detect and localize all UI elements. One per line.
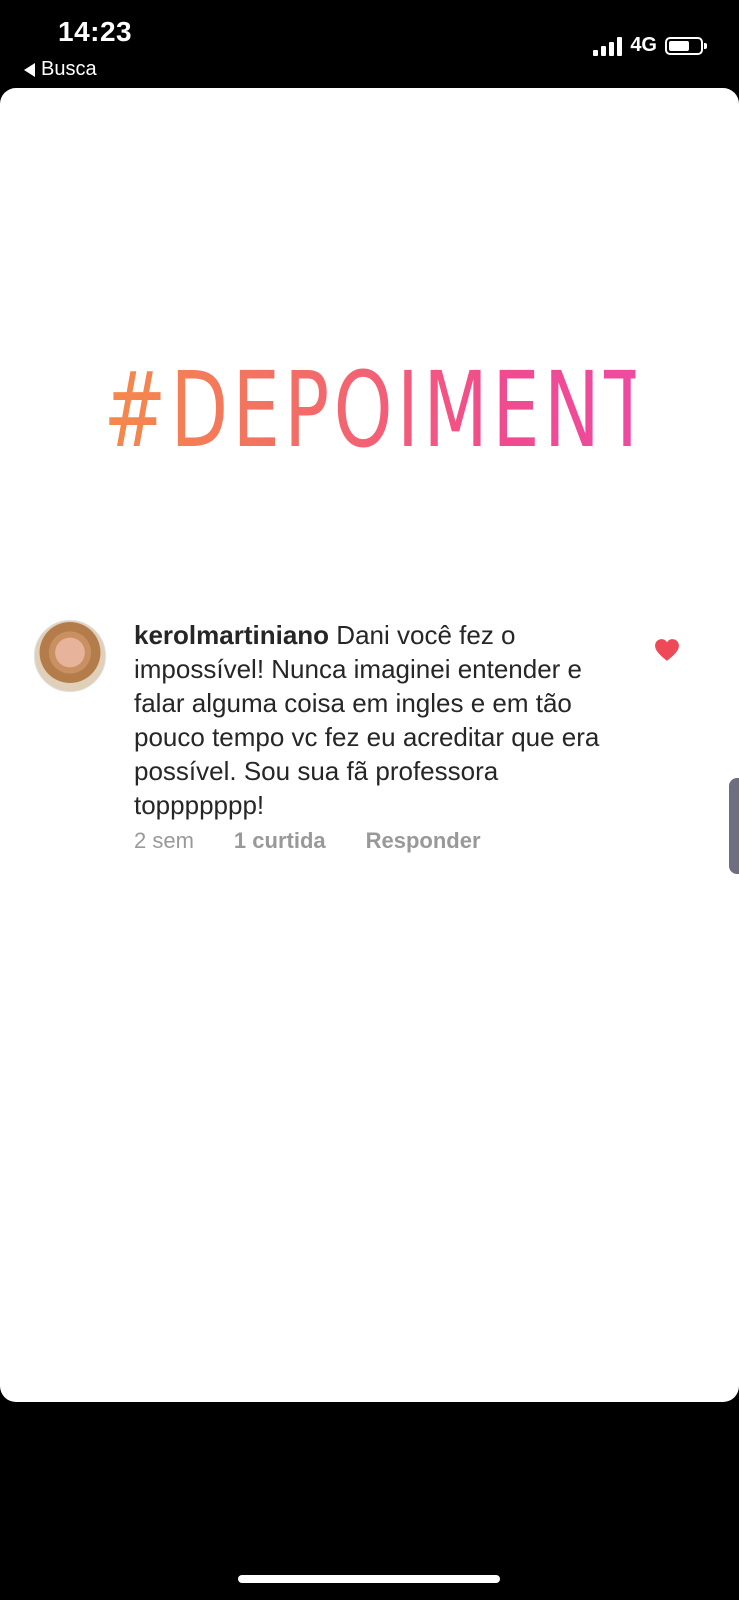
comment-text: Dani você fez o impossível! Nunca imagin…	[134, 620, 600, 820]
story-hashtag-title: #DEPOIMENTOS	[103, 349, 739, 471]
likes-count-button[interactable]: 1 curtida	[234, 828, 326, 854]
home-indicator[interactable]	[238, 1575, 500, 1583]
reply-button[interactable]: Responder	[366, 828, 481, 854]
heart-icon[interactable]	[654, 638, 680, 662]
side-scroll-handle[interactable]	[729, 778, 739, 874]
signal-icon	[593, 36, 623, 56]
back-to-search-button[interactable]: Busca	[24, 58, 97, 81]
comment-time: 2 sem	[134, 828, 194, 853]
story-card[interactable]: #DEPOIMENTOS kerolmartiniano Dani você f…	[0, 88, 739, 1402]
comment-body: kerolmartiniano Dani você fez o impossív…	[134, 618, 634, 822]
status-indicators: 4G	[593, 34, 707, 57]
avatar[interactable]	[34, 620, 106, 692]
back-label: Busca	[41, 58, 97, 80]
network-label: 4G	[630, 34, 657, 56]
comment-meta: 2 sem 1 curtida Responder	[134, 828, 481, 854]
comment-username[interactable]: kerolmartiniano	[134, 620, 329, 650]
status-time: 14:23	[58, 16, 133, 47]
battery-icon	[665, 36, 707, 55]
back-arrow-icon	[24, 62, 35, 77]
phone-screen: 14:23 Busca 4G #DEPOIMENTOS kerolmartini…	[0, 0, 739, 1600]
